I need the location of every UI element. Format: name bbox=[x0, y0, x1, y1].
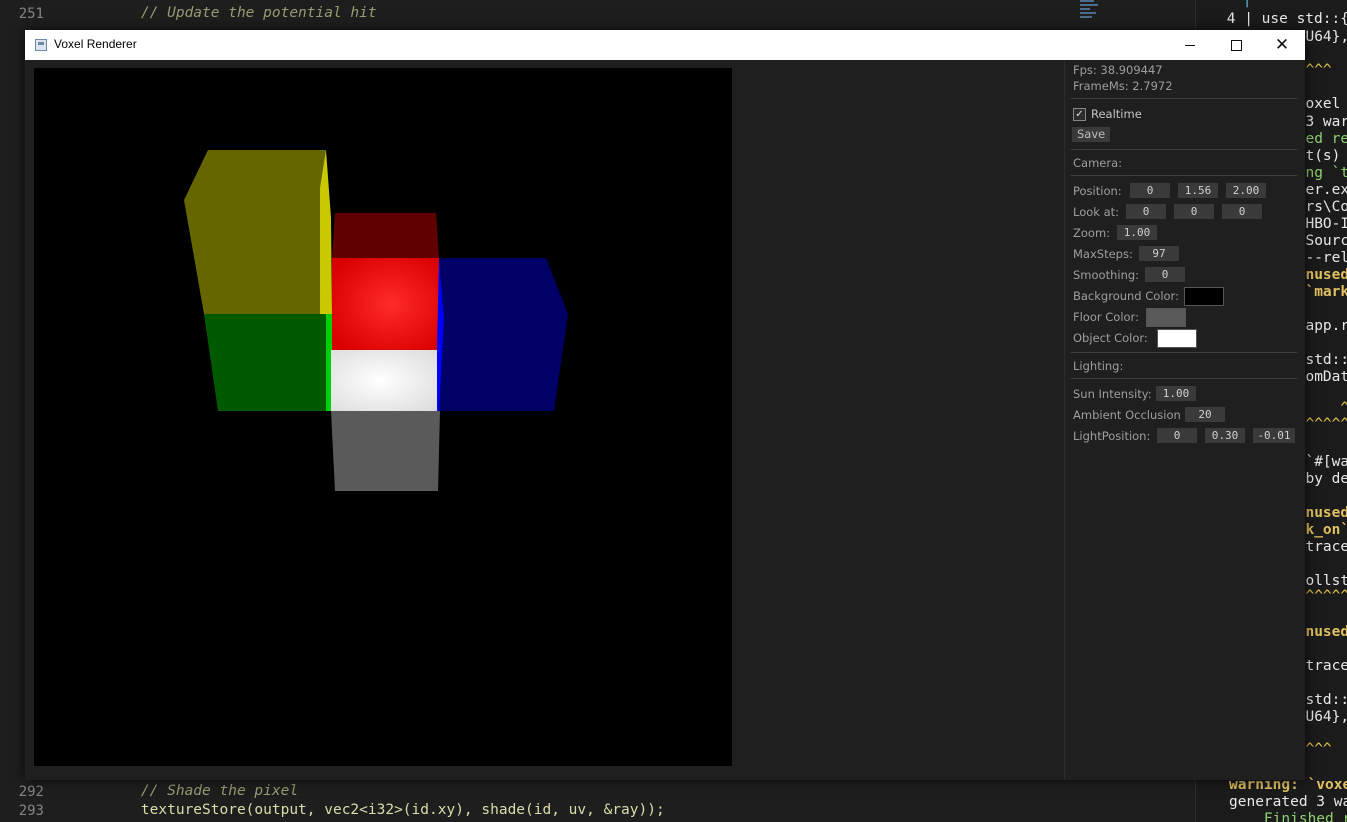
close-button[interactable]: ✕ bbox=[1259, 30, 1305, 60]
realtime-label: Realtime bbox=[1091, 107, 1142, 121]
divider bbox=[1071, 149, 1297, 150]
sun-intensity-field[interactable]: 1.00 bbox=[1156, 386, 1196, 401]
voxel-blue-face bbox=[439, 258, 568, 411]
window-title: Voxel Renderer bbox=[54, 37, 137, 51]
look-at-x-field[interactable]: 0 bbox=[1126, 204, 1166, 219]
close-icon: ✕ bbox=[1274, 34, 1290, 55]
minimize-button[interactable] bbox=[1167, 30, 1213, 60]
minimize-icon bbox=[1185, 44, 1195, 46]
position-y-field[interactable]: 1.56 bbox=[1178, 183, 1218, 198]
voxel-green-face bbox=[204, 314, 330, 411]
floor-color-swatch[interactable] bbox=[1146, 308, 1186, 327]
code-line[interactable]: // Update the potential hit bbox=[106, 5, 377, 21]
code-line[interactable]: // Shade the pixel bbox=[106, 783, 298, 799]
settings-panel[interactable]: Fps: 38.909447 FrameMs: 2.7972 ✓ Realtim… bbox=[1064, 60, 1305, 780]
object-color-label: Object Color: bbox=[1073, 331, 1148, 345]
fps-readout: Fps: 38.909447 bbox=[1073, 63, 1163, 77]
position-label: Position: bbox=[1073, 184, 1122, 198]
zoom-field[interactable]: 1.00 bbox=[1117, 225, 1157, 240]
voxel-darkred-face bbox=[332, 213, 439, 258]
max-steps-label: MaxSteps: bbox=[1073, 247, 1133, 261]
lighting-header: Lighting: bbox=[1073, 359, 1124, 373]
ambient-occlusion-field[interactable]: 20 bbox=[1185, 407, 1225, 422]
look-at-y-field[interactable]: 0 bbox=[1174, 204, 1214, 219]
terminal-line: generated 3 war bbox=[1229, 794, 1347, 810]
light-position-z-field[interactable]: -0.01 bbox=[1253, 428, 1295, 443]
divider bbox=[1071, 175, 1297, 176]
position-z-field[interactable]: 2.00 bbox=[1226, 183, 1266, 198]
code-line[interactable]: textureStore(output, vec2<i32>(id.xy), s… bbox=[106, 802, 665, 818]
frame-ms-readout: FrameMs: 2.7972 bbox=[1073, 79, 1173, 93]
camera-header: Camera: bbox=[1073, 156, 1123, 170]
render-viewport[interactable] bbox=[34, 68, 732, 766]
look-at-label: Look at: bbox=[1073, 205, 1120, 219]
rendered-scene bbox=[184, 150, 568, 491]
voxel-white-face bbox=[331, 350, 440, 411]
voxel-gray-face bbox=[331, 411, 440, 491]
background-color-swatch[interactable] bbox=[1184, 287, 1224, 306]
title-bar[interactable]: Voxel Renderer ✕ bbox=[25, 30, 1305, 60]
line-number: 293 bbox=[18, 803, 44, 819]
terminal-line: Finished re bbox=[1229, 811, 1347, 822]
voxel-red-face bbox=[332, 258, 439, 350]
light-position-x-field[interactable]: 0 bbox=[1157, 428, 1197, 443]
minimap[interactable] bbox=[1080, 0, 1100, 30]
divider bbox=[1071, 352, 1297, 353]
light-position-y-field[interactable]: 0.30 bbox=[1205, 428, 1245, 443]
voxel-olive-face bbox=[184, 150, 326, 314]
maximize-button[interactable] bbox=[1213, 30, 1259, 60]
background-color-label: Background Color: bbox=[1073, 289, 1179, 303]
terminal-line: 4 | use std::{n bbox=[1218, 11, 1347, 27]
save-button[interactable]: Save bbox=[1072, 127, 1111, 142]
zoom-label: Zoom: bbox=[1073, 226, 1111, 240]
sun-intensity-label: Sun Intensity: bbox=[1073, 387, 1152, 401]
maximize-icon bbox=[1230, 39, 1242, 51]
line-number: 292 bbox=[18, 784, 44, 800]
look-at-z-field[interactable]: 0 bbox=[1222, 204, 1262, 219]
voxel-renderer-window[interactable]: Voxel Renderer ✕ Fps: 38.909447 FrameMs:… bbox=[25, 30, 1305, 780]
realtime-checkbox[interactable]: ✓ bbox=[1073, 108, 1086, 121]
object-color-swatch[interactable] bbox=[1157, 329, 1197, 348]
line-number: 251 bbox=[18, 6, 44, 22]
terminal-line: | bbox=[1234, 0, 1252, 8]
floor-color-label: Floor Color: bbox=[1073, 310, 1139, 324]
position-x-field[interactable]: 0 bbox=[1130, 183, 1170, 198]
smoothing-label: Smoothing: bbox=[1073, 268, 1140, 282]
divider bbox=[1071, 378, 1297, 379]
max-steps-field[interactable]: 97 bbox=[1139, 246, 1179, 261]
ambient-occlusion-label: Ambient Occlusion bbox=[1073, 408, 1181, 422]
divider bbox=[1071, 98, 1297, 99]
app-window-icon bbox=[35, 39, 47, 51]
light-position-label: LightPosition: bbox=[1073, 429, 1151, 443]
smoothing-field[interactable]: 0 bbox=[1145, 267, 1185, 282]
